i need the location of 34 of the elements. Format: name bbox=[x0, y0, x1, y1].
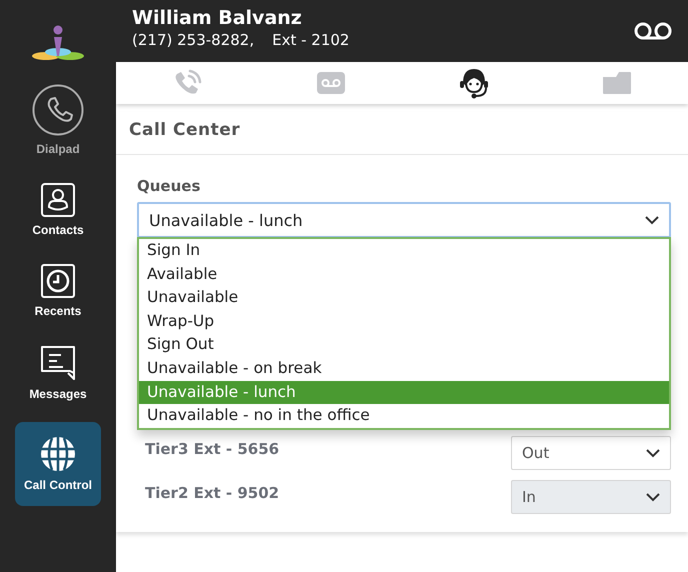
dropdown-option[interactable]: Unavailable - on break bbox=[139, 356, 669, 381]
field-label: Queues bbox=[137, 177, 202, 195]
sidebar-item[interactable]: Call Control bbox=[15, 422, 101, 506]
sidebar-item[interactable]: Contacts bbox=[15, 175, 101, 245]
phone-icon bbox=[32, 84, 84, 136]
sidebar-item[interactable]: Messages bbox=[15, 337, 101, 409]
user-name: William Balvanz bbox=[132, 7, 303, 29]
dropdown-option[interactable]: Available bbox=[139, 262, 669, 286]
dropdown-option[interactable]: Unavailable bbox=[139, 286, 669, 310]
extension: Ext - 2102 bbox=[272, 31, 350, 49]
sidebar-item[interactable]: Dialpad bbox=[15, 76, 101, 164]
voicemail-icon bbox=[316, 72, 344, 94]
dropdown-option[interactable]: Wrap-Up bbox=[139, 310, 669, 334]
chevron-down-icon bbox=[645, 216, 659, 224]
dropdown-option[interactable]: Unavailable - lunch bbox=[139, 380, 669, 404]
voicemail-icon[interactable] bbox=[634, 22, 672, 40]
dropdown-option[interactable]: Sign Out bbox=[139, 333, 669, 357]
chevron-down-icon bbox=[646, 492, 660, 502]
agent-headset-icon bbox=[458, 67, 490, 99]
queue-name: Tier3 Ext - 5656 bbox=[145, 440, 280, 458]
sidebar-item[interactable]: Recents bbox=[15, 256, 101, 326]
chevron-down-icon bbox=[646, 448, 660, 458]
dropdown-option[interactable]: Sign In bbox=[139, 239, 669, 263]
folder-icon bbox=[602, 72, 630, 94]
queue-name: Tier2 Ext - 9502 bbox=[145, 484, 280, 502]
contact-icon bbox=[41, 183, 75, 217]
status-select[interactable]: Out bbox=[511, 436, 671, 470]
globe-icon bbox=[40, 436, 76, 472]
card-title: Call Center bbox=[116, 112, 688, 155]
phone-number: (217) 253-8282, bbox=[132, 31, 254, 49]
dropdown-option[interactable]: Unavailable - no in the office bbox=[139, 404, 669, 428]
queue-select[interactable]: Unavailable - lunch bbox=[137, 202, 671, 238]
clock-icon bbox=[41, 264, 75, 298]
message-icon bbox=[40, 345, 76, 381]
